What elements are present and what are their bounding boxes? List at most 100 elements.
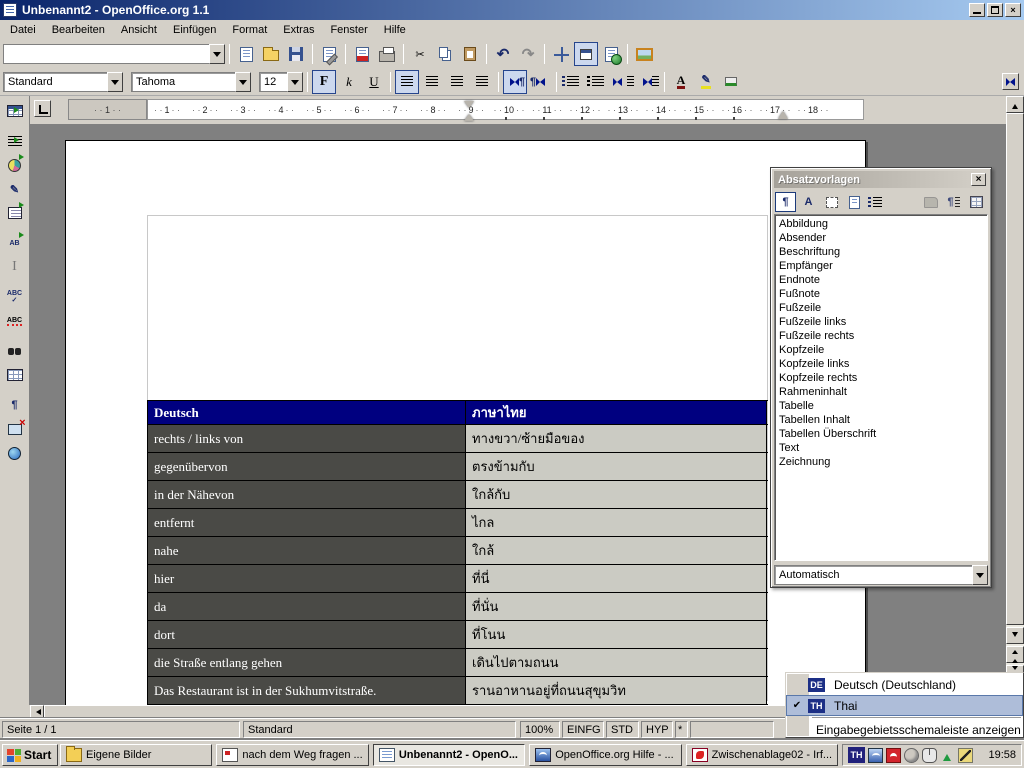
- redo-button[interactable]: ↷: [516, 42, 540, 66]
- data-sources-button[interactable]: [3, 363, 27, 387]
- menu-item[interactable]: Datei: [2, 22, 44, 38]
- language-menu-item[interactable]: DE Deutsch (Deutschland): [786, 674, 1023, 695]
- thai-cell[interactable]: ตรงข้ามกับ: [466, 453, 767, 480]
- new-style-from-selection-button[interactable]: ¶: [943, 192, 964, 212]
- selection-mode-indicator[interactable]: STD: [606, 721, 639, 738]
- table-row[interactable]: dort ที่โนน: [148, 621, 768, 649]
- page-indicator[interactable]: Seite 1 / 1: [2, 721, 240, 738]
- align-justify-button[interactable]: [470, 70, 494, 94]
- vertical-scrollbar[interactable]: [1006, 96, 1024, 705]
- menu-item[interactable]: Bearbeiten: [44, 22, 113, 38]
- thai-cell[interactable]: ที่นี่: [466, 565, 767, 592]
- style-filter-dropdown-button[interactable]: [972, 565, 988, 585]
- numbered-list-button[interactable]: [561, 70, 585, 94]
- style-list-item[interactable]: Fußzeile: [776, 301, 986, 315]
- url-input[interactable]: [3, 44, 209, 64]
- document-page[interactable]: Deutsch ภาษาไทย rechts / links von ทางขว…: [65, 140, 866, 705]
- spellcheck-button[interactable]: ABC✓: [3, 285, 27, 309]
- restore-button[interactable]: [987, 3, 1003, 17]
- bullet-list-button[interactable]: [586, 70, 610, 94]
- align-center-button[interactable]: [420, 70, 444, 94]
- menu-item[interactable]: Einfügen: [165, 22, 224, 38]
- table-row[interactable]: hier ที่นี่: [148, 565, 768, 593]
- style-list-item[interactable]: Tabelle: [776, 399, 986, 413]
- decrease-indent-button[interactable]: [611, 70, 635, 94]
- close-button[interactable]: ×: [1005, 3, 1021, 17]
- taskbar-window-button[interactable]: Unbenannt2 - OpenO...: [373, 744, 525, 766]
- font-color-button[interactable]: A: [669, 70, 693, 94]
- navigator-button[interactable]: [549, 42, 573, 66]
- insert-object-button[interactable]: [3, 153, 27, 177]
- menu-item[interactable]: Hilfe: [376, 22, 414, 38]
- hyperlink-mode-indicator[interactable]: HYP: [641, 721, 673, 738]
- hyperlink-button[interactable]: [599, 42, 623, 66]
- stylist-button[interactable]: [574, 42, 598, 66]
- german-cell[interactable]: dort: [148, 621, 466, 648]
- table-header-thai[interactable]: ภาษาไทย: [466, 401, 767, 424]
- page-styles-button[interactable]: [844, 192, 865, 212]
- table-row[interactable]: entfernt ไกล: [148, 509, 768, 537]
- insert-mode-indicator[interactable]: EINFG: [562, 721, 604, 738]
- style-list-item[interactable]: Abbildung: [776, 217, 986, 231]
- minimize-button[interactable]: [969, 3, 985, 17]
- table-row[interactable]: die Straße entlang gehen เดินไปตามถนน: [148, 649, 768, 677]
- toolbar-more-button[interactable]: [1002, 73, 1019, 90]
- german-cell[interactable]: hier: [148, 565, 466, 592]
- font-name-combobox[interactable]: Tahoma: [131, 72, 251, 92]
- scroll-up-button[interactable]: [1006, 96, 1024, 113]
- scroll-left-button[interactable]: [30, 705, 44, 719]
- menu-item[interactable]: Ansicht: [113, 22, 165, 38]
- open-button[interactable]: [259, 42, 283, 66]
- style-list-item[interactable]: Text: [776, 441, 986, 455]
- character-styles-button[interactable]: A: [798, 192, 819, 212]
- size-dropdown-button[interactable]: [287, 72, 303, 92]
- edit-file-button[interactable]: [317, 42, 341, 66]
- font-size-combobox[interactable]: 12: [259, 72, 303, 92]
- style-list-item[interactable]: Kopfzeile links: [776, 357, 986, 371]
- stylist-window[interactable]: Absatzvorlagen × ¶ A ¶ Abbildung Absende…: [770, 167, 992, 588]
- input-language-indicator[interactable]: TH: [848, 747, 865, 763]
- thai-cell[interactable]: ที่นั่น: [466, 593, 767, 620]
- previous-page-button[interactable]: [1006, 646, 1024, 663]
- taskbar-window-button[interactable]: nach dem Weg fragen ...: [216, 744, 368, 766]
- table-row[interactable]: nahe ใกล้: [148, 537, 768, 565]
- german-cell[interactable]: Das Restaurant ist in der Sukhumvitstraß…: [148, 677, 466, 704]
- paragraph-style-combobox[interactable]: Standard: [3, 72, 123, 92]
- style-list-item[interactable]: Kopfzeile rechts: [776, 371, 986, 385]
- menu-item[interactable]: Fenster: [322, 22, 375, 38]
- paste-button[interactable]: [458, 42, 482, 66]
- show-input-locale-bar-item[interactable]: Eingabegebietsschemaleiste anzeigen: [786, 720, 1023, 740]
- right-indent-marker[interactable]: [778, 106, 788, 119]
- german-cell[interactable]: gegenübervon: [148, 453, 466, 480]
- nonprinting-characters-button[interactable]: ¶: [3, 393, 27, 417]
- quickstarter-tray-icon[interactable]: [868, 748, 883, 763]
- frame-styles-button[interactable]: [821, 192, 842, 212]
- style-list-item[interactable]: Kopfzeile: [776, 343, 986, 357]
- style-list-item[interactable]: Tabellen Überschrift: [776, 427, 986, 441]
- style-list-item[interactable]: Fußzeile rechts: [776, 329, 986, 343]
- thai-cell[interactable]: ใกล้: [466, 537, 767, 564]
- menu-item[interactable]: Extras: [275, 22, 322, 38]
- vertical-scroll-thumb[interactable]: [1006, 113, 1024, 625]
- style-list-item[interactable]: Fußnote: [776, 287, 986, 301]
- save-button[interactable]: [284, 42, 308, 66]
- url-combobox[interactable]: [3, 44, 225, 64]
- export-pdf-button[interactable]: [350, 42, 374, 66]
- table-row[interactable]: in der Nähevon ใกล้กับ: [148, 481, 768, 509]
- find-button[interactable]: [3, 339, 27, 363]
- bold-button[interactable]: F: [312, 70, 336, 94]
- ltr-direction-button[interactable]: ¶: [503, 70, 527, 94]
- style-list-item[interactable]: Tabellen Inhalt: [776, 413, 986, 427]
- style-list-item[interactable]: Empfänger: [776, 259, 986, 273]
- language-menu-item[interactable]: ✔ TH Thai: [786, 695, 1023, 716]
- table-row[interactable]: rechts / links von ทางขวา/ซ้ายมือของ: [148, 425, 768, 453]
- fill-format-button[interactable]: [920, 192, 941, 212]
- style-list-item[interactable]: Absender: [776, 231, 986, 245]
- url-dropdown-button[interactable]: [209, 44, 225, 64]
- tablet-tray-icon[interactable]: [958, 748, 973, 763]
- tab-type-selector[interactable]: [34, 100, 51, 117]
- volume-tray-icon[interactable]: [904, 748, 919, 763]
- cut-button[interactable]: ✂: [408, 42, 432, 66]
- direct-cursor-button[interactable]: I: [3, 255, 27, 279]
- style-list-item[interactable]: Rahmeninhalt: [776, 385, 986, 399]
